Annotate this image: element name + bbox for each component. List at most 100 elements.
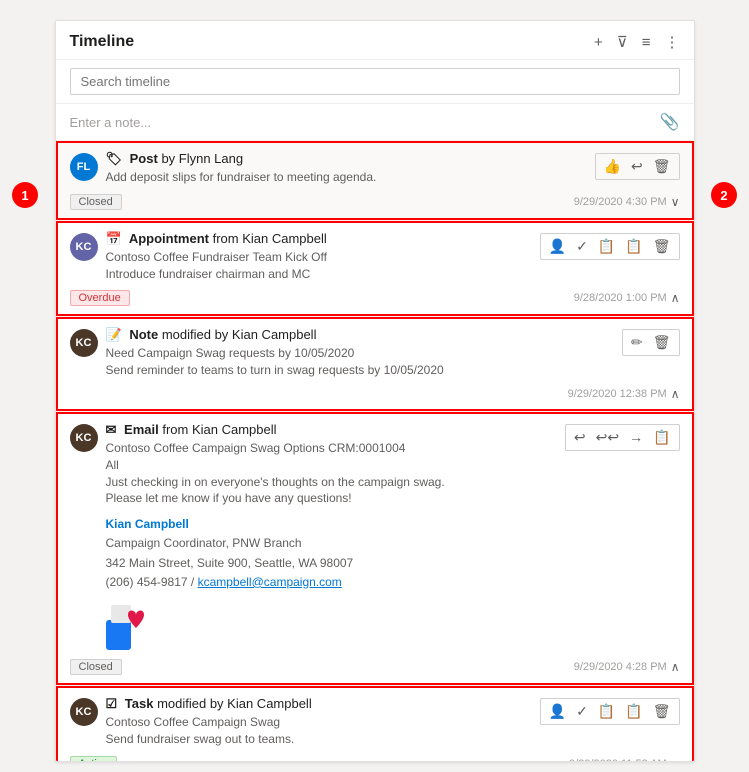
task-title-main: Task (125, 696, 154, 711)
convert2-button[interactable]: 📋 (623, 237, 644, 256)
email-item-left: KC ✉ Email from Kian Campbell Contoso Co… (70, 422, 557, 655)
note-bar: Enter a note... 📎 (56, 104, 694, 141)
task-icon: ☑ (106, 696, 118, 711)
email-body: Contoso Coffee Campaign Swag Options CRM… (106, 440, 445, 507)
thumbsup-button[interactable]: 👍 (602, 157, 623, 176)
note-footer: 9/29/2020 12:38 PM ∧ (70, 387, 680, 401)
convert-email-button[interactable]: 📋 (651, 428, 672, 447)
delete-button[interactable]: 🗑 (651, 157, 673, 176)
email-footer: Closed 9/29/2020 4:28 PM ∧ (70, 659, 680, 675)
more-icon[interactable]: ⋮ (665, 33, 680, 51)
task-item-title: ☑ Task modified by Kian Campbell (106, 696, 312, 712)
appt-timestamp: 9/28/2020 1:00 PM ∧ (574, 291, 680, 305)
post-item-title: 🏷 Post by Flynn Lang (106, 151, 377, 167)
add-icon[interactable]: + (594, 34, 603, 51)
note-expand-icon[interactable]: ∧ (671, 387, 680, 401)
filter-icon[interactable]: ⊽ (617, 33, 628, 51)
delete-appt-button[interactable]: 🗑 (651, 237, 673, 256)
complete-button[interactable]: ✓ (574, 237, 590, 256)
timeline-items: FL 🏷 Post by Flynn Lang Add deposit slip… (56, 141, 694, 761)
reply-email-button[interactable]: ↩ (572, 428, 588, 447)
avatar-kc-appt: KC (70, 233, 98, 261)
reply-button[interactable]: ↩ (629, 157, 645, 176)
email-actions: ↩ ↩↩ → 📋 (565, 424, 680, 451)
sig-phone-email: (206) 454-9817 / kcampbell@campaign.com (106, 573, 445, 592)
search-bar (56, 60, 694, 104)
forward-button[interactable]: → (627, 428, 645, 446)
attachment-icon[interactable]: 📎 (660, 112, 680, 132)
post-expand-icon[interactable]: ∨ (671, 195, 680, 209)
post-status-badge: Closed (70, 194, 122, 210)
timeline-item-appointment: KC 📅 Appointment from Kian Campbell Cont… (56, 221, 694, 318)
post-title-suffix: by Flynn Lang (161, 151, 243, 166)
convert1-button[interactable]: 📋 (596, 237, 617, 256)
sig-email-link[interactable]: kcampbell@campaign.com (198, 575, 342, 589)
post-title-main: Post (130, 151, 158, 166)
note-item-title: 📝 Note modified by Kian Campbell (106, 327, 444, 343)
appt-item-left: KC 📅 Appointment from Kian Campbell Cont… (70, 231, 532, 287)
avatar-kc-email: KC (70, 424, 98, 452)
task-actions: 👤 ✓ 📋 📋 🗑 (540, 698, 680, 725)
task-status-badge: Active (70, 756, 118, 761)
avatar-kc-task: KC (70, 698, 98, 726)
appt-footer: Overdue 9/28/2020 1:00 PM ∧ (70, 290, 680, 306)
email-icon: ✉ (106, 422, 117, 437)
email-expand-icon[interactable]: ∧ (671, 660, 680, 674)
note-item-left: KC 📝 Note modified by Kian Campbell Need… (70, 327, 614, 383)
sig-name: Kian Campbell (106, 515, 445, 534)
search-input[interactable] (70, 68, 680, 95)
timeline-item-note: KC 📝 Note modified by Kian Campbell Need… (56, 317, 694, 412)
convert-task1-button[interactable]: 📋 (596, 702, 617, 721)
post-icon: 🏷 (106, 151, 123, 166)
annotation-1: 1 (12, 182, 38, 208)
assign-task-button[interactable]: 👤 (547, 702, 568, 721)
assign-button[interactable]: 👤 (547, 237, 568, 256)
email-image (106, 600, 445, 655)
delete-note-button[interactable]: 🗑 (651, 333, 673, 352)
note-placeholder: Enter a note... (70, 115, 152, 130)
timeline-panel: Timeline + ⊽ ≡ ⋮ Enter a note... 📎 (55, 20, 695, 762)
appt-expand-icon[interactable]: ∧ (671, 291, 680, 305)
task-timestamp: 9/29/2020 11:52 AM ∧ (569, 757, 679, 761)
complete-task-button[interactable]: ✓ (574, 702, 590, 721)
email-status-badge: Closed (70, 659, 122, 675)
task-item-header: KC ☑ Task modified by Kian Campbell Cont… (70, 696, 680, 752)
reply-all-button[interactable]: ↩↩ (594, 428, 621, 447)
appt-item-header: KC 📅 Appointment from Kian Campbell Cont… (70, 231, 680, 287)
task-item-content: ☑ Task modified by Kian Campbell Contoso… (106, 696, 312, 752)
post-footer: Closed 9/29/2020 4:30 PM ∨ (70, 194, 680, 210)
timeline-item-task: KC ☑ Task modified by Kian Campbell Cont… (56, 686, 694, 761)
appt-title-suffix: from Kian Campbell (213, 231, 327, 246)
appt-icon: 📅 (106, 231, 122, 246)
appt-body: Contoso Coffee Fundraiser Team Kick OffI… (106, 249, 327, 283)
note-actions: ✏ 🗑 (622, 329, 680, 356)
sort-icon[interactable]: ≡ (642, 34, 651, 51)
annotation-2: 2 (711, 182, 737, 208)
task-expand-icon[interactable]: ∧ (671, 757, 680, 761)
task-footer: Active 9/29/2020 11:52 AM ∧ (70, 756, 680, 761)
timeline-item-post: FL 🏷 Post by Flynn Lang Add deposit slip… (56, 141, 694, 221)
avatar-kc-note: KC (70, 329, 98, 357)
appt-title-main: Appointment (129, 231, 209, 246)
note-item-header: KC 📝 Note modified by Kian Campbell Need… (70, 327, 680, 383)
outer-wrapper: 1 2 Timeline + ⊽ ≡ ⋮ Enter a note... 📎 (10, 10, 739, 762)
edit-note-button[interactable]: ✏ (629, 333, 645, 352)
header-icons: + ⊽ ≡ ⋮ (594, 33, 680, 51)
delete-task-button[interactable]: 🗑 (651, 702, 673, 721)
task-item-left: KC ☑ Task modified by Kian Campbell Cont… (70, 696, 532, 752)
post-item-header: FL 🏷 Post by Flynn Lang Add deposit slip… (70, 151, 680, 190)
appt-item-content: 📅 Appointment from Kian Campbell Contoso… (106, 231, 327, 287)
email-item-header: KC ✉ Email from Kian Campbell Contoso Co… (70, 422, 680, 655)
email-item-content: ✉ Email from Kian Campbell Contoso Coffe… (106, 422, 445, 655)
sig-address: 342 Main Street, Suite 900, Seattle, WA … (106, 554, 445, 573)
convert-task2-button[interactable]: 📋 (623, 702, 644, 721)
post-item-left: FL 🏷 Post by Flynn Lang Add deposit slip… (70, 151, 587, 190)
panel-title: Timeline (70, 33, 135, 51)
appt-status-badge: Overdue (70, 290, 130, 306)
task-body: Contoso Coffee Campaign SwagSend fundrai… (106, 714, 312, 748)
note-timestamp: 9/29/2020 12:38 PM ∧ (568, 387, 680, 401)
email-item-title: ✉ Email from Kian Campbell (106, 422, 445, 438)
note-item-content: 📝 Note modified by Kian Campbell Need Ca… (106, 327, 444, 383)
task-title-suffix: modified by Kian Campbell (157, 696, 312, 711)
appt-actions: 👤 ✓ 📋 📋 🗑 (540, 233, 680, 260)
